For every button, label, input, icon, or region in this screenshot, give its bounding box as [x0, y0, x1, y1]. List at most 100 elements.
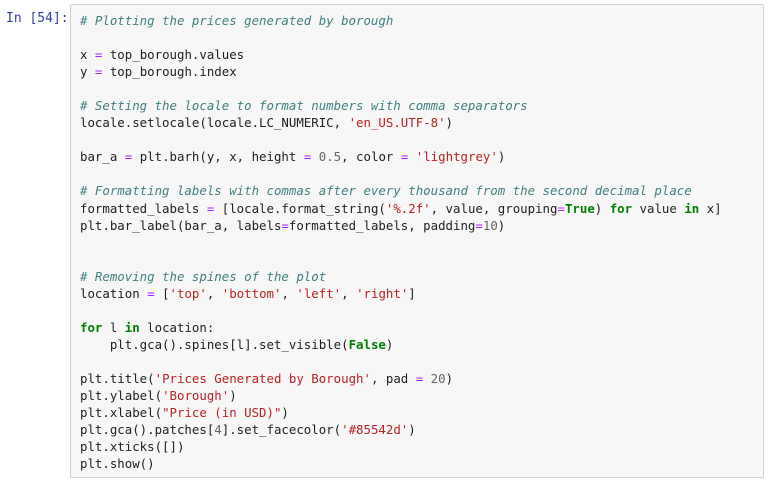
- code-token: # Removing the spines of the plot: [80, 268, 327, 284]
- code-token: ,: [341, 285, 357, 301]
- code-line: y = top_borough.index: [80, 63, 722, 80]
- code-token: 'left': [296, 285, 342, 301]
- input-prompt: In [54]:: [6, 11, 69, 26]
- code-token: locale.setlocale(locale.LC_NUMERIC,: [80, 115, 349, 131]
- code-token: plt.ylabel(: [80, 388, 163, 404]
- code-token: ): [594, 200, 610, 216]
- code-token: , pad: [370, 370, 416, 386]
- code-token: 10: [482, 217, 498, 233]
- code-token: x: [80, 47, 95, 63]
- code-token: 20: [430, 370, 446, 386]
- notebook-code-cell[interactable]: In [54]: # Plotting the prices generated…: [0, 0, 771, 484]
- code-token: True: [564, 200, 595, 216]
- code-token: =: [281, 217, 289, 233]
- code-token: # Setting the locale to format numbers w…: [80, 98, 528, 114]
- code-token: plt.show(): [80, 456, 155, 472]
- code-token: formatted_labels: [80, 200, 207, 216]
- code-token: # Plotting the prices generated by borou…: [80, 13, 394, 28]
- code-token: '#85542d': [341, 422, 409, 438]
- code-token: location: [80, 285, 148, 301]
- code-token: 4: [214, 422, 222, 438]
- code-token: 'en_US.UTF-8': [348, 115, 446, 131]
- code-line: plt.show(): [80, 455, 722, 472]
- code-token: ): [497, 217, 506, 233]
- code-token: 'lightgrey': [415, 149, 498, 165]
- code-line: x = top_borough.values: [80, 46, 722, 63]
- code-token: ): [281, 405, 289, 421]
- code-token: ,: [281, 285, 297, 301]
- code-token: ): [497, 149, 506, 165]
- code-line: plt.title('Prices Generated by Borough',…: [80, 370, 722, 387]
- code-token: formatted_labels, padding: [288, 217, 476, 233]
- code-token: for: [609, 200, 633, 216]
- code-token: plt.xticks([]): [80, 439, 185, 455]
- code-token: plt.gca().spines[l].set_visible(: [80, 336, 349, 352]
- code-line: bar_a = plt.barh(y, x, height = 0.5, col…: [80, 148, 722, 165]
- code-line: # Plotting the prices generated by borou…: [80, 12, 722, 29]
- code-token: 'bottom': [221, 285, 282, 301]
- code-token: ,: [206, 285, 222, 301]
- code-line: locale.setlocale(locale.LC_NUMERIC, 'en_…: [80, 114, 722, 131]
- code-token: 'Prices Generated by Borough': [154, 370, 371, 386]
- code-token: top_borough.values: [102, 47, 245, 63]
- code-line: # Setting the locale to format numbers w…: [80, 97, 722, 114]
- code-line: location = ['top', 'bottom', 'left', 'ri…: [80, 285, 722, 302]
- code-token: [: [154, 285, 170, 301]
- code-token: =: [557, 200, 565, 216]
- code-token: in: [124, 319, 140, 335]
- code-token: =: [147, 285, 155, 301]
- code-token: # Formatting labels with commas after ev…: [80, 183, 692, 199]
- code-token: 'top': [169, 285, 207, 301]
- code-token: plt.bar_label(bar_a, labels: [80, 217, 282, 233]
- code-token: ].set_facecolor(: [221, 422, 342, 438]
- code-token: for: [80, 319, 103, 335]
- code-token: x]: [699, 200, 722, 216]
- code-token: , color: [341, 149, 401, 165]
- code-line: plt.xlabel("Price (in USD)"): [80, 404, 722, 421]
- code-token: 0.5: [318, 149, 342, 165]
- code-token: ): [445, 370, 454, 386]
- code-line: plt.ylabel('Borough'): [80, 387, 722, 404]
- code-token: ): [408, 422, 416, 438]
- code-token: '%.2f': [385, 200, 431, 216]
- code-token: location:: [139, 319, 215, 335]
- code-token: [locale.format_string(: [214, 200, 386, 216]
- code-token: ]: [408, 285, 416, 301]
- code-token: plt.gca().patches[: [80, 422, 215, 438]
- code-token: ): [385, 336, 394, 352]
- code-token: plt.xlabel(: [80, 405, 163, 421]
- code-editor[interactable]: # Plotting the prices generated by borou…: [80, 12, 722, 472]
- code-token: y: [80, 64, 95, 80]
- code-line: # Removing the spines of the plot: [80, 268, 722, 285]
- code-token: 'Borough': [162, 388, 230, 404]
- code-token: l: [102, 319, 125, 335]
- code-token: value: [632, 200, 685, 216]
- code-line: for l in location:: [80, 319, 722, 336]
- code-token: , value, grouping: [430, 200, 558, 216]
- code-line: plt.bar_label(bar_a, labels=formatted_la…: [80, 217, 722, 234]
- code-token: top_borough.index: [102, 64, 237, 80]
- code-token: 'right': [356, 285, 409, 301]
- code-line: formatted_labels = [locale.format_string…: [80, 200, 722, 217]
- code-token: plt.title(: [80, 370, 155, 386]
- code-token: "Price (in USD)": [162, 405, 282, 421]
- code-input-area[interactable]: # Plotting the prices generated by borou…: [70, 4, 764, 478]
- code-line: plt.gca().spines[l].set_visible(False): [80, 336, 722, 353]
- code-line: plt.gca().patches[4].set_facecolor('#855…: [80, 421, 722, 438]
- code-token: False: [348, 336, 386, 352]
- code-token: in: [684, 200, 700, 216]
- code-token: bar_a: [80, 149, 125, 165]
- code-token: ): [229, 388, 237, 404]
- code-line: # Formatting labels with commas after ev…: [80, 182, 722, 199]
- code-token: plt.barh(y, x, height: [132, 149, 304, 165]
